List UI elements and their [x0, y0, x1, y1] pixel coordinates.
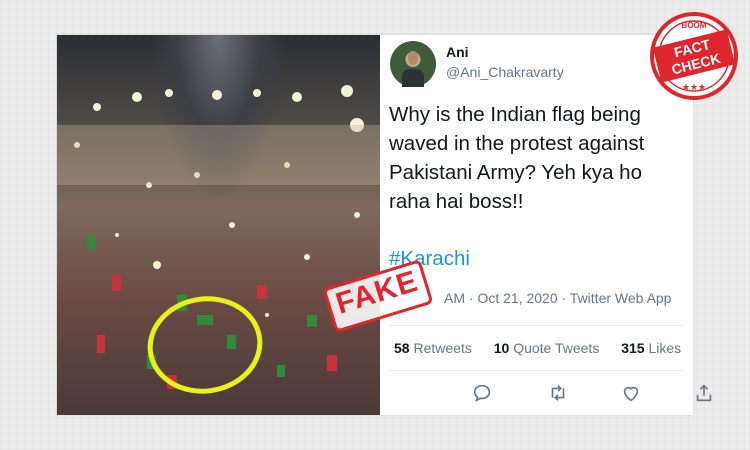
avatar	[390, 41, 436, 87]
divider	[389, 370, 683, 371]
quote-tweets-stat[interactable]: 10 Quote Tweets	[494, 340, 600, 356]
tweet-screenshot: Ani @Ani_Chakravarty Why is the Indian f…	[380, 35, 712, 415]
tweet-stats: 58 Retweets 10 Quote Tweets 315 Likes	[394, 340, 699, 356]
retweets-label: Retweets	[413, 340, 472, 356]
heart-icon[interactable]	[620, 382, 642, 404]
user-handle: @Ani_Chakravarty	[446, 64, 564, 80]
retweets-stat[interactable]: 58 Retweets	[394, 340, 472, 356]
stars: ★★★	[682, 83, 706, 93]
highlight-circle	[147, 296, 263, 394]
divider	[389, 325, 683, 326]
quote-tweets-count: 10	[493, 340, 510, 356]
fact-check-card: Ani @Ani_Chakravarty Why is the Indian f…	[57, 35, 712, 415]
likes-label: Likes	[648, 340, 682, 356]
quote-tweets-label: Quote Tweets	[513, 340, 600, 356]
tweet-meta: AM · Oct 21, 2020 · Twitter Web App	[444, 290, 672, 306]
crowd-photo	[57, 35, 380, 415]
retweet-icon[interactable]	[547, 382, 569, 404]
likes-stat[interactable]: 315 Likes	[621, 340, 681, 356]
fact-check-brand: BOOM	[682, 21, 707, 30]
fact-check-logo: BOOM FACT CHECK ★★★	[650, 12, 738, 100]
share-icon[interactable]	[693, 382, 715, 404]
retweets-count: 58	[394, 340, 410, 356]
tweet-text: Why is the Indian flag being waved in th…	[389, 103, 645, 213]
likes-count: 315	[621, 340, 645, 356]
display-name: Ani	[446, 44, 469, 60]
reply-icon[interactable]	[471, 382, 493, 404]
